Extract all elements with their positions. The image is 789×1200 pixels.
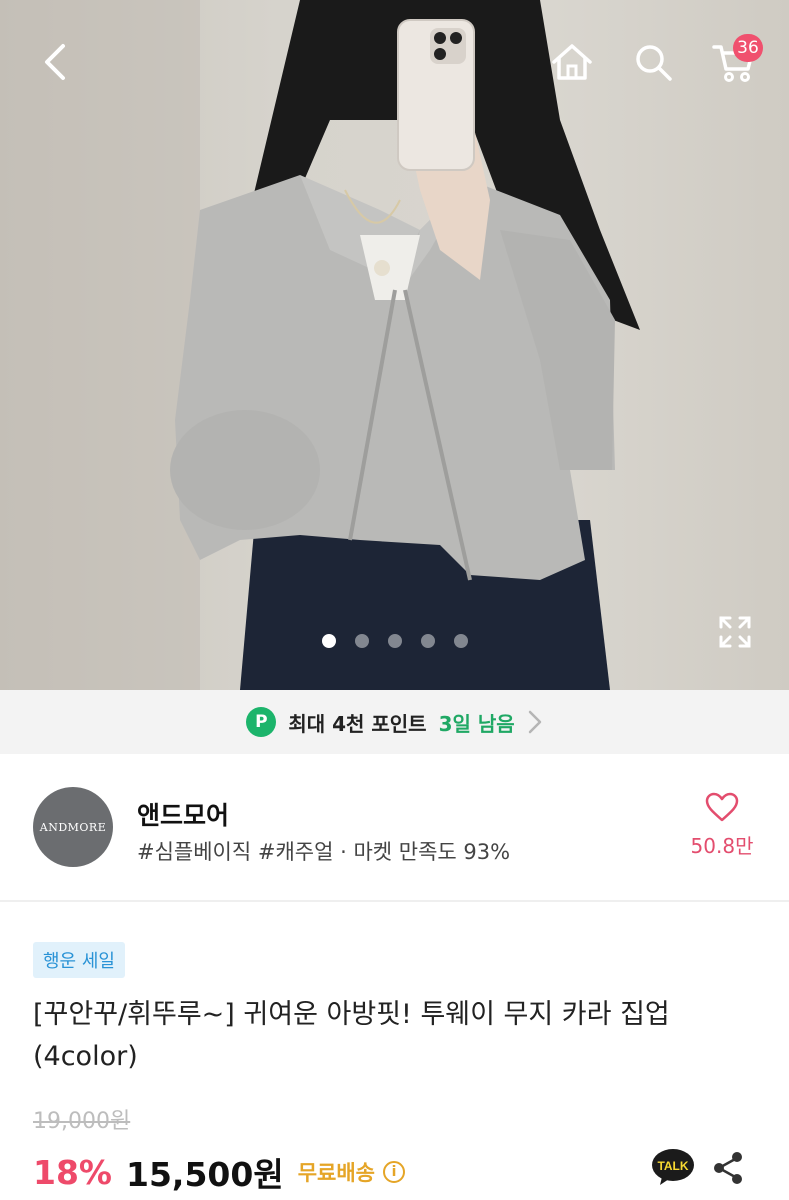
sale-price: 15,500원 (126, 1155, 284, 1194)
kakao-talk-button[interactable]: TALK (650, 1147, 696, 1187)
product-title: [꾸안꾸/휘뚜루~] 귀여운 아방핏! 투웨이 무지 카라 집업 (4color… (33, 999, 670, 1072)
pagination-dot[interactable] (420, 634, 435, 648)
pagination-dot[interactable] (354, 634, 369, 648)
product-photo (0, 0, 640, 690)
point-banner[interactable]: P 최대 4천 포인트 3일 남음 (0, 690, 789, 754)
share-button[interactable] (710, 1150, 746, 1186)
discount-rate: 18% (33, 1152, 112, 1192)
store-info[interactable]: ANDMORE 앤드모어 #심플베이직 #캐주얼 · 마켓 만족도 93% 50… (0, 754, 789, 902)
sale-badge: 행운 세일 (33, 942, 125, 978)
shipping-label: 무료배송 (297, 1161, 375, 1185)
back-button[interactable] (26, 34, 82, 90)
search-icon (636, 45, 672, 81)
chevron-left-icon (45, 44, 65, 80)
favorite-store-button[interactable]: 50.8만 (680, 792, 764, 859)
favorite-count: 50.8만 (690, 834, 754, 858)
share-icon (714, 1152, 742, 1184)
point-icon: P (246, 707, 277, 737)
search-button[interactable] (625, 34, 681, 90)
original-price: 19,000원 (33, 1109, 131, 1134)
home-icon (552, 44, 592, 80)
chevron-right-icon (528, 710, 541, 734)
talk-bubble-icon: TALK (652, 1149, 694, 1185)
info-icon[interactable]: i (383, 1161, 405, 1183)
home-button[interactable] (544, 34, 600, 90)
talk-label: TALK (657, 1159, 688, 1173)
heart-icon (705, 792, 739, 822)
pagination-dot[interactable] (453, 634, 468, 648)
gallery-pagination (0, 634, 789, 648)
expand-image-button[interactable] (712, 609, 758, 655)
point-banner-days: 3일 남음 (438, 711, 515, 736)
point-banner-text: 최대 4천 포인트 (288, 711, 427, 736)
pagination-dot[interactable] (387, 634, 402, 648)
store-logo[interactable]: ANDMORE (33, 787, 113, 867)
pagination-dot[interactable] (321, 634, 336, 648)
cart-count-badge: 36 (733, 34, 763, 62)
store-tags: #심플베이직 #캐주얼 · 마켓 만족도 93% (137, 840, 511, 864)
price-row: 18% 15,500원 무료배송 i (33, 1148, 405, 1196)
store-name[interactable]: 앤드모어 (137, 796, 229, 832)
expand-icon (719, 616, 751, 648)
product-image-gallery[interactable]: 36 (0, 0, 789, 690)
